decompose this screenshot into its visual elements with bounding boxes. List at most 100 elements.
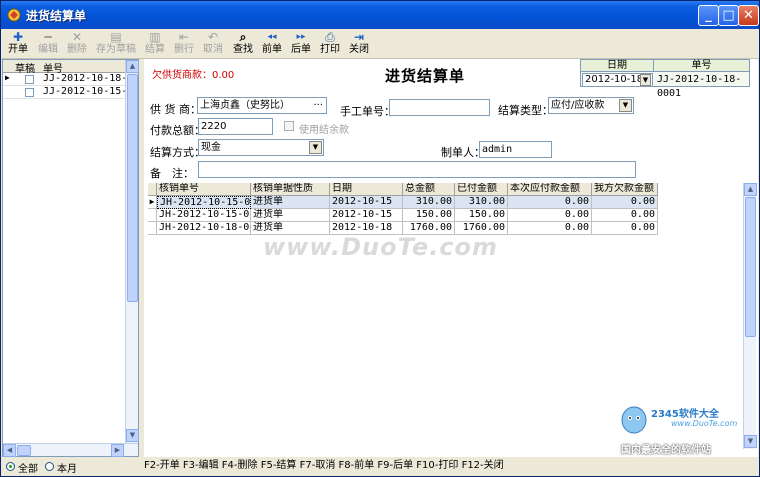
toolbar: ✚ 开单 ━ 编辑 ✕ 删除 ▤ 存为草稿 ▥ 结算 ⇤ 删行 ↶ 取消 ⌕ 查 [1,29,759,59]
delete-row-button[interactable]: ⇤ 删行 [171,30,197,58]
bill-list-header: 草稿 单号 [3,60,125,75]
grid-cell[interactable]: 0.00 [508,209,592,222]
grid-cell[interactable]: 2012-10-15 [330,196,403,209]
draft-checkbox[interactable] [25,75,34,84]
use-balance-checkbox[interactable] [284,121,294,131]
number-header: 单号 [654,60,749,72]
date-header: 日期 [581,60,654,72]
supplier-arrears: 欠供货商款：0.00 [152,70,235,81]
close-window-button[interactable]: ✕ [738,5,759,26]
grid-cell[interactable]: 2012-10-15 [330,209,403,222]
chevron-down-icon[interactable]: ▼ [309,141,322,154]
grid-cell[interactable]: 0.00 [508,222,592,235]
grid-cell[interactable]: 0.00 [592,222,658,235]
minimize-button[interactable]: _ [698,5,719,26]
payment-method-select[interactable]: 现金 ▼ [198,139,324,156]
plus-icon: ✚ [12,30,24,44]
grid-header: 总金额 [403,183,455,196]
list-item[interactable]: ▶ JJ-2012-10-18-0001 [3,73,125,86]
chevron-down-icon[interactable]: ▼ [619,99,632,112]
scroll-left-icon[interactable]: ◀ [3,444,16,457]
manual-number-field[interactable] [389,99,490,116]
ledger-icon: ▥ [149,30,161,44]
list-item[interactable]: JJ-2012-10-15-0001 [3,86,125,99]
row-indicator [148,222,157,235]
settle-button[interactable]: ▥ 结算 [142,30,168,58]
save-draft-button[interactable]: ▤ 存为草稿 [94,30,138,58]
mascot-icon [621,406,647,434]
settle-type-select[interactable]: 应付/应收款 ▼ [548,97,634,114]
previous-bill-button[interactable]: ◂◂ 前单 [259,30,285,58]
grid-cell[interactable]: 进货单 [251,209,330,222]
row-pointer-icon: ▶ [148,196,157,209]
printer-icon: ⎙ [325,30,335,44]
grid-cell[interactable]: JH-2012-10-18-0001 [157,222,251,235]
forward-icon: ▸▸ [296,32,306,42]
cancel-button[interactable]: ↶ 取消 [200,30,226,58]
date-picker[interactable]: 2012-10-18 ▼ [582,73,653,87]
list-filter: 全部 本月 [1,457,141,476]
chevron-down-icon[interactable]: ▼ [640,74,651,86]
cross-icon: ✕ [71,30,83,44]
scroll-up-icon[interactable]: ▲ [126,60,139,73]
grid-cell[interactable]: 310.00 [403,196,455,209]
scroll-up-icon[interactable]: ▲ [744,183,757,196]
scroll-thumb[interactable] [127,74,138,302]
grid-cell[interactable]: 310.00 [455,196,508,209]
grid-cell[interactable]: 150.00 [403,209,455,222]
maker-field[interactable]: admin [479,141,552,158]
edit-button[interactable]: ━ 编辑 [35,30,61,58]
minus-icon: ━ [44,30,52,44]
remark-field[interactable] [198,161,636,178]
print-button[interactable]: ⎙ 打印 [317,30,343,58]
app-icon [7,8,21,22]
grid-cell[interactable]: JH-2012-10-15-0002 [157,209,251,222]
grid-header: 核销单号 [157,183,251,196]
grid-cell[interactable]: 150.00 [455,209,508,222]
date-number-box: 日期 单号 2012-10-18 ▼ JJ-2012-10-18-0001 [580,59,750,99]
scroll-thumb[interactable] [17,445,31,456]
payment-total-field[interactable]: 2220 [198,118,273,135]
grid-cell[interactable]: 进货单 [251,196,330,209]
undo-icon: ↶ [207,30,219,44]
duote-watermark: www.DuoTe.com [263,233,498,261]
scroll-right-icon[interactable]: ▶ [111,444,124,457]
scroll-thumb[interactable] [745,197,756,337]
row-pointer-icon: ▶ [5,73,10,82]
title-bar: 进货结算单 _ □ ✕ [1,1,759,29]
scroll-down-icon[interactable]: ▼ [126,429,139,442]
grid-corner [148,183,157,196]
grid-cell[interactable]: 0.00 [508,196,592,209]
bill-number: JJ-2012-10-18-0001 [657,74,742,99]
grid-cell[interactable]: 0.00 [592,209,658,222]
app-window: 进货结算单 _ □ ✕ ✚ 开单 ━ 编辑 ✕ 删除 ▤ 存为草稿 ▥ 结算 ⇤… [0,0,760,477]
disk-icon: ▤ [110,30,122,44]
site-watermark: 2345软件大全 www.DuoTe.com 国内最安全的软件站 [611,399,759,459]
grid-header: 日期 [330,183,403,196]
bill-list-hscrollbar[interactable]: ◀ ▶ [3,443,138,457]
filter-month-radio[interactable] [45,462,54,471]
grid-header: 本次应付款金额 [508,183,592,196]
supplier-field[interactable]: 上海贞鑫（史努比） ··· [197,97,327,114]
maximize-button[interactable]: □ [718,5,739,26]
new-bill-button[interactable]: ✚ 开单 [5,30,31,58]
shortcut-bar: F2-开单 F3-编辑 F4-删除 F5-结算 F7-取消 F8-前单 F9-后… [144,460,504,471]
find-button[interactable]: ⌕ 查找 [230,30,256,58]
delete-row-icon: ⇤ [178,30,190,44]
row-indicator [148,209,157,222]
exit-icon: ⇥ [353,30,365,44]
delete-button[interactable]: ✕ 删除 [64,30,90,58]
binoculars-icon: ⌕ [239,30,247,44]
bill-list: 草稿 单号 ▶ JJ-2012-10-18-0001 JJ-2012-10-15… [2,59,139,457]
supplier-browse-button[interactable]: ··· [313,98,323,113]
grid-cell[interactable]: 0.00 [592,196,658,209]
filter-all-radio[interactable] [6,462,15,471]
close-button[interactable]: ⇥ 关闭 [346,30,372,58]
next-bill-button[interactable]: ▸▸ 后单 [288,30,314,58]
rewind-icon: ◂◂ [267,32,277,42]
form-title: 进货结算单 [385,67,466,85]
grid-cell[interactable]: JH-2012-10-15-0001 [157,196,251,209]
draft-checkbox[interactable] [25,88,34,97]
bill-list-vscrollbar[interactable]: ▲ ▼ [125,60,139,443]
grid-header: 核销单据性质 [251,183,330,196]
